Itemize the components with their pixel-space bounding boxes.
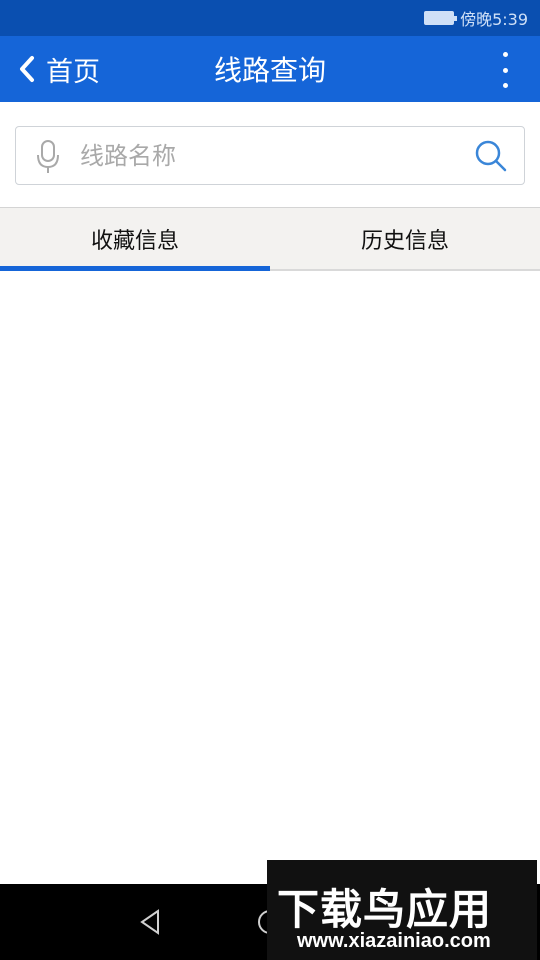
- more-options-button[interactable]: [500, 52, 510, 88]
- tab-favorites[interactable]: 收藏信息: [0, 208, 270, 272]
- back-button[interactable]: 首页: [18, 36, 100, 102]
- watermark: 下载鸟应用 www.xiazainiao.com: [267, 860, 537, 960]
- search-icon[interactable]: [474, 139, 508, 177]
- chevron-left-icon: [18, 55, 36, 83]
- search-box: [15, 126, 525, 185]
- battery-icon: [424, 11, 458, 25]
- watermark-logo: 下载鸟应用: [277, 885, 493, 934]
- status-bar: 傍晚5:39: [0, 0, 540, 36]
- tab-bar: 收藏信息 历史信息: [0, 207, 540, 272]
- tab-content: [0, 271, 540, 884]
- microphone-icon[interactable]: [36, 139, 60, 179]
- nav-back-icon[interactable]: [138, 908, 162, 940]
- search-input[interactable]: [80, 135, 460, 177]
- status-time: 傍晚5:39: [460, 10, 528, 29]
- watermark-url: www.xiazainiao.com: [297, 930, 491, 952]
- app-bar: 首页 线路查询: [0, 36, 540, 102]
- status-indicators: 傍晚5:39: [424, 0, 528, 36]
- back-label: 首页: [46, 56, 100, 88]
- tab-history[interactable]: 历史信息: [270, 208, 540, 270]
- more-vertical-icon: [502, 52, 508, 57]
